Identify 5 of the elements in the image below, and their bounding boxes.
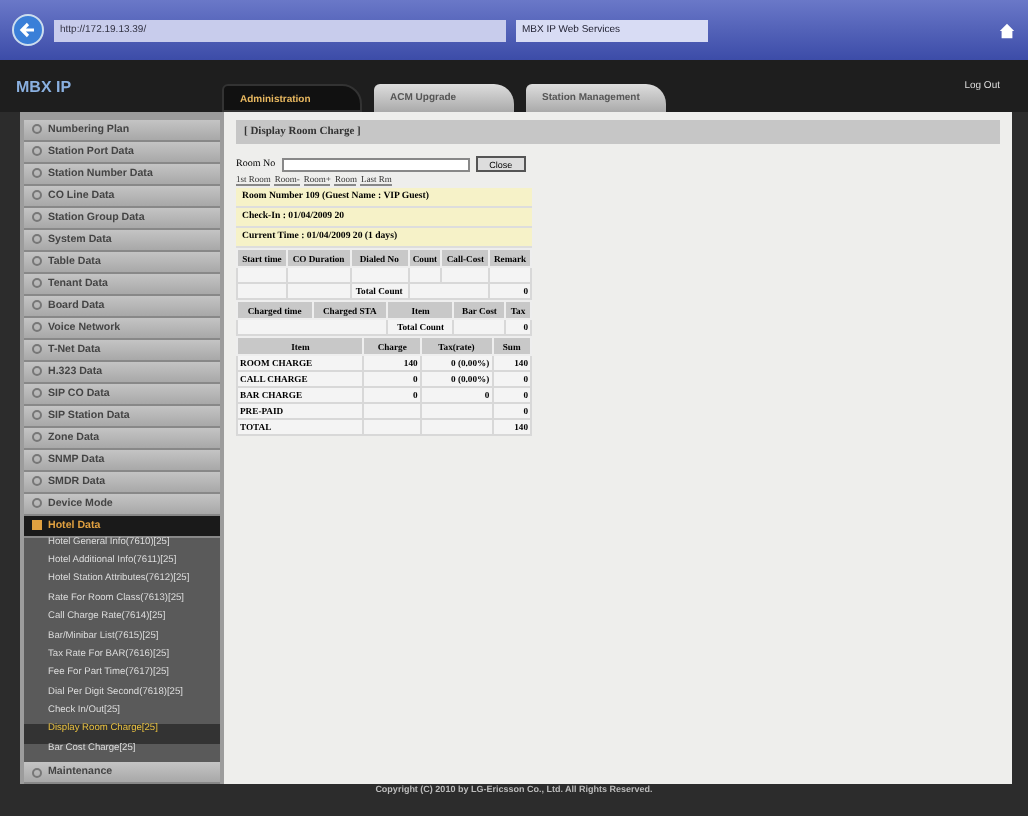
logo: MBX IP: [16, 77, 74, 95]
home-icon[interactable]: [998, 21, 1016, 39]
back-button[interactable]: [12, 14, 44, 46]
back-arrow-icon: [18, 20, 38, 40]
room-input-field[interactable]: [281, 157, 470, 171]
